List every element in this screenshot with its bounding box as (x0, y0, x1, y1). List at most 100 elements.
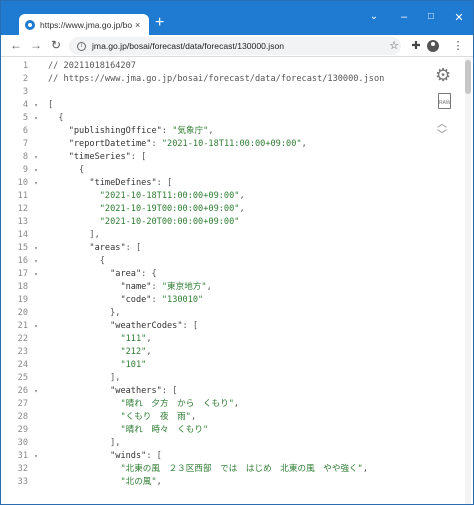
line-text: "weathers": [ (110, 386, 178, 396)
line-text: "weatherCodes": [ (110, 321, 199, 331)
code-line: 7 "reportDatetime": "2021-10-18T11:00:00… (1, 138, 431, 151)
line-text: { (48, 256, 105, 266)
close-window-button[interactable]: ✕ (452, 11, 466, 24)
json-viewer: 1 // 20211018164207 2 // https://www.jma.go… (1, 58, 473, 504)
line-text: "くもり 夜 雨", (120, 412, 197, 422)
raw-view-icon[interactable]: RAW (438, 93, 451, 109)
line-number: 2 (22, 74, 28, 84)
favicon-icon (25, 19, 35, 30)
code-line: 24 "101" (1, 359, 431, 372)
line-number: 22 (17, 334, 28, 344)
fold-toggle-icon[interactable]: ▾ (31, 112, 41, 125)
line-number: 6 (22, 126, 28, 136)
line-text: "areas": [ (89, 243, 142, 253)
line-number: 14 (17, 230, 28, 240)
vertical-scrollbar[interactable] (465, 58, 471, 504)
profile-avatar-icon[interactable] (427, 40, 439, 52)
line-number: 9 (22, 165, 28, 175)
extensions-icon[interactable]: ✚ (409, 39, 423, 53)
code-line: 30 ], (1, 437, 431, 450)
line-number: 29 (17, 425, 28, 435)
fold-toggle-icon[interactable]: ▾ (31, 255, 41, 268)
line-text: // 20211018164207 (48, 61, 136, 71)
browser-menu-icon[interactable]: ⋮ (451, 39, 465, 53)
line-text: "2021-10-20T00:00:00+09:00" (99, 217, 240, 227)
line-number: 15 (17, 243, 28, 253)
gear-icon[interactable]: ⚙ (435, 66, 451, 84)
address-bar[interactable]: i jma.go.jp/bosai/forecast/data/forecast… (69, 37, 401, 55)
line-number: 11 (17, 191, 28, 201)
fold-toggle-icon[interactable]: ▾ (31, 268, 41, 281)
forward-button[interactable]: → (29, 38, 43, 52)
scrollbar-thumb[interactable] (465, 60, 471, 94)
minimize-button[interactable]: – (397, 11, 411, 23)
fold-toggle-icon[interactable]: ▾ (31, 450, 41, 463)
maximize-button[interactable]: □ (424, 11, 438, 22)
line-number: 13 (17, 217, 28, 227)
line-text: "北の風", (120, 477, 162, 487)
code-line: 27 "晴れ 夕方 から くもり", (1, 398, 431, 411)
fold-toggle-icon[interactable]: ▾ (31, 242, 41, 255)
code-line: 32 "北東の風 ２３区西部 では はじめ 北東の風 やや強く", (1, 463, 431, 476)
line-text: { (48, 165, 85, 175)
line-text: "timeDefines": [ (89, 178, 173, 188)
fold-toggle-icon[interactable]: ▾ (31, 385, 41, 398)
code-line: 5 ▾ { (1, 112, 431, 125)
line-text: "area": { (110, 269, 157, 279)
code-line: 25 ], (1, 372, 431, 385)
line-number: 23 (17, 347, 28, 357)
code-line: 13 "2021-10-20T00:00:00+09:00" (1, 216, 431, 229)
line-number: 32 (17, 464, 28, 474)
code-line: 22 "111", (1, 333, 431, 346)
fold-toggle-icon[interactable]: ▾ (31, 320, 41, 333)
line-text: }, (48, 308, 121, 318)
chevron-down-icon[interactable]: ﹀ (437, 126, 447, 141)
line-text: "winds": [ (110, 451, 162, 461)
code-line: 15 ▾ "areas": [ (1, 242, 431, 255)
line-text: ], (48, 373, 121, 383)
code-line: 16 ▾ { (1, 255, 431, 268)
line-text: "2021-10-19T00:00:00+09:00", (99, 204, 245, 214)
line-number: 7 (22, 139, 28, 149)
line-number: 8 (22, 152, 28, 162)
tab-strip: https://www.jma.go.jp/bosai/fore × + ⌄ –… (1, 1, 473, 35)
browser-toolbar: ← → ↻ i jma.go.jp/bosai/forecast/data/fo… (1, 35, 473, 57)
browser-tab[interactable]: https://www.jma.go.jp/bosai/fore × (19, 14, 149, 35)
new-tab-button[interactable]: + (155, 15, 164, 31)
bookmark-star-icon[interactable]: ☆ (387, 39, 401, 53)
back-button[interactable]: ← (9, 38, 23, 52)
url-text: jma.go.jp/bosai/forecast/data/forecast/1… (92, 41, 285, 51)
line-number: 25 (17, 373, 28, 383)
line-number: 31 (17, 451, 28, 461)
code-line: 33 "北の風", (1, 476, 431, 489)
site-info-icon[interactable]: i (77, 41, 86, 51)
line-number: 16 (17, 256, 28, 266)
code-line: 17 ▾ "area": { (1, 268, 431, 281)
line-number: 24 (17, 360, 28, 370)
code-line: 18 "name": "東京地方", (1, 281, 431, 294)
line-text: // https://www.jma.go.jp/bosai/forecast/… (48, 74, 385, 84)
code-line: 21 ▾ "weatherCodes": [ (1, 320, 431, 333)
fold-toggle-icon[interactable]: ▾ (31, 99, 41, 112)
fold-toggle-icon[interactable]: ▾ (31, 151, 41, 164)
line-text: [ (48, 100, 54, 110)
code-line: 31 ▾ "winds": [ (1, 450, 431, 463)
tab-close-icon[interactable]: × (135, 20, 140, 30)
code-line: 3 (1, 86, 431, 99)
reload-button[interactable]: ↻ (49, 38, 63, 52)
code-line: 19 "code": "130010" (1, 294, 431, 307)
fold-toggle-icon[interactable]: ▾ (31, 177, 41, 190)
line-text: "code": "130010" (120, 295, 204, 305)
line-text: "晴れ 時々 くもり" (120, 425, 209, 435)
code-line: 9 ▾ { (1, 164, 431, 177)
line-number: 12 (17, 204, 28, 214)
code-line: 2 // https://www.jma.go.jp/bosai/forecast… (1, 73, 431, 86)
fold-toggle-icon[interactable]: ▾ (31, 164, 41, 177)
tab-search-icon[interactable]: ⌄ (367, 11, 381, 22)
line-number: 26 (17, 386, 28, 396)
code-line: 29 "晴れ 時々 くもり" (1, 424, 431, 437)
line-number: 5 (22, 113, 28, 123)
line-text: "北東の風 ２３区西部 では はじめ 北東の風 やや強く", (120, 464, 369, 474)
line-number: 28 (17, 412, 28, 422)
code-line: 14 ], (1, 229, 431, 242)
